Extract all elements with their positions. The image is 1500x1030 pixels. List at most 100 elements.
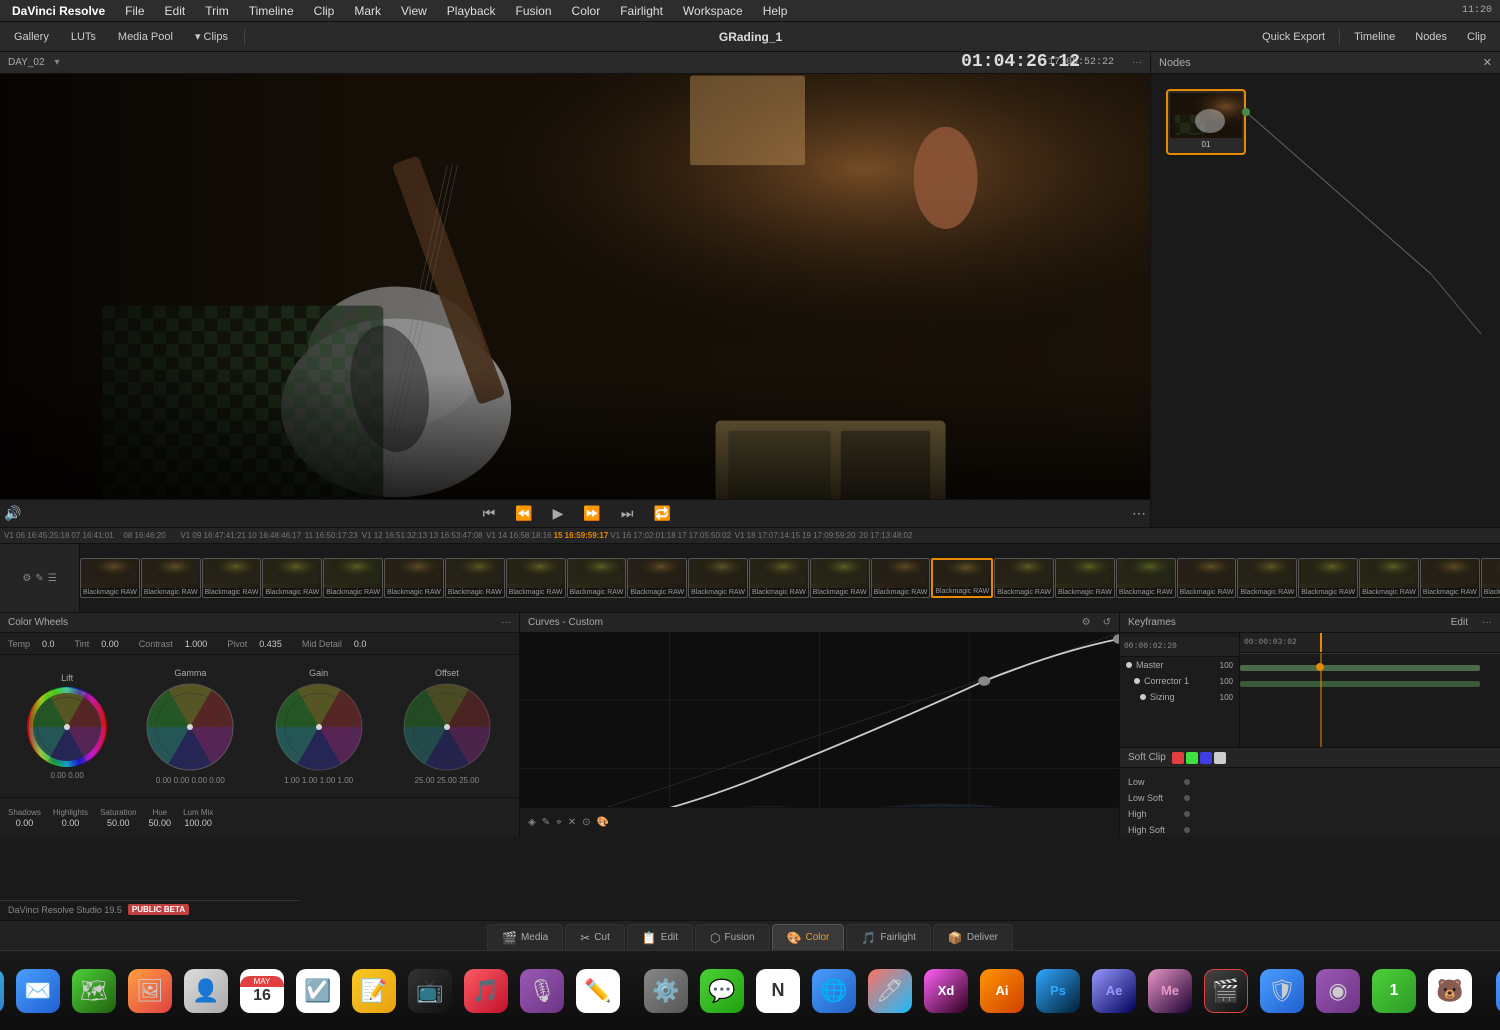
node-panel-close[interactable]: ✕ xyxy=(1483,56,1492,69)
param-shadows-val[interactable]: 0.00 xyxy=(16,818,34,828)
tl-ctrl-2[interactable]: ✎ xyxy=(35,573,43,584)
clip-14[interactable]: 14 Blackmagic RAW xyxy=(871,558,931,598)
param-contrast-val[interactable]: 1.000 xyxy=(185,639,208,649)
clip-21[interactable]: 21 Blackmagic RAW xyxy=(1298,558,1358,598)
dock-ps[interactable]: Ps xyxy=(1032,965,1084,1017)
ctrl-skip-end[interactable]: ⏭ xyxy=(617,503,638,524)
wheel-gain[interactable] xyxy=(274,682,364,772)
soft-clip-btn-red[interactable] xyxy=(1172,752,1184,764)
soft-clip-btn-white[interactable] xyxy=(1214,752,1226,764)
clip-12[interactable]: 12 Blackmagic RAW xyxy=(749,558,809,598)
sc-lowsoft-dot[interactable] xyxy=(1184,795,1190,801)
dock-calendar[interactable]: MAY 16 xyxy=(236,965,288,1017)
clip-17[interactable]: 17 Blackmagic RAW xyxy=(1055,558,1115,598)
tab-deliver[interactable]: 📦 Deliver xyxy=(933,924,1013,950)
menu-view[interactable]: View xyxy=(397,4,431,18)
clip-09[interactable]: 09 Blackmagic RAW xyxy=(567,558,627,598)
dock-figma[interactable]: 🖊 xyxy=(864,965,916,1017)
menu-trim[interactable]: Trim xyxy=(201,4,233,18)
dock-search[interactable]: 🔍 xyxy=(1492,965,1500,1017)
dock-contacts[interactable]: 👤 xyxy=(180,965,232,1017)
viewer-more[interactable]: ··· xyxy=(1132,57,1142,68)
clip-22[interactable]: 22 Blackmagic RAW xyxy=(1359,558,1419,598)
ctrl-skip-start[interactable]: ⏮ xyxy=(479,503,500,524)
kf-edit-btn[interactable]: Edit xyxy=(1451,617,1468,628)
sc-highsoft-dot[interactable] xyxy=(1184,827,1190,833)
curves-tool-1[interactable]: ◈ xyxy=(528,817,536,828)
tab-color[interactable]: 🎨 Color xyxy=(772,924,845,950)
menu-fusion[interactable]: Fusion xyxy=(512,4,556,18)
dock-maps[interactable]: 🗺 xyxy=(68,965,120,1017)
tab-edit[interactable]: 📋 Edit xyxy=(627,924,693,950)
param-saturation-val[interactable]: 50.00 xyxy=(107,818,130,828)
menu-davinci[interactable]: DaVinci Resolve xyxy=(8,4,109,18)
dock-notion[interactable]: N xyxy=(752,965,804,1017)
node-item-1[interactable]: 01 xyxy=(1166,89,1246,155)
menu-workspace[interactable]: Workspace xyxy=(679,4,747,18)
tab-fusion[interactable]: ⬡ Fusion xyxy=(695,924,770,950)
toolbar-clips[interactable]: ▾ Clips xyxy=(189,28,234,45)
ctrl-vol[interactable]: 🔊 xyxy=(0,503,25,524)
menu-help[interactable]: Help xyxy=(759,4,792,18)
clip-23[interactable]: 23 Blackmagic RAW xyxy=(1420,558,1480,598)
curves-options[interactable]: ⚙ xyxy=(1082,617,1091,628)
soft-clip-btn-blue[interactable] xyxy=(1200,752,1212,764)
menu-edit[interactable]: Edit xyxy=(161,4,190,18)
wheel-gamma[interactable] xyxy=(145,682,235,772)
curves-tool-3[interactable]: ⌖ xyxy=(556,817,562,828)
dock-ai[interactable]: Ai xyxy=(976,965,1028,1017)
clip-05[interactable]: 05 Blackmagic RAW xyxy=(323,558,383,598)
toolbar-nodes-btn[interactable]: Nodes xyxy=(1409,29,1453,45)
dock-podcasts[interactable]: 🎙 xyxy=(516,965,568,1017)
clip-10[interactable]: 10 Blackmagic RAW xyxy=(627,558,687,598)
param-temp-val[interactable]: 0.0 xyxy=(42,639,55,649)
dock-safari[interactable]: 🧭 xyxy=(0,965,8,1017)
param-middetail-val[interactable]: 0.0 xyxy=(354,639,367,649)
dock-notes[interactable]: 📝 xyxy=(348,965,400,1017)
curves-tool-2[interactable]: ✎ xyxy=(542,817,550,828)
toolbar-clip-btn[interactable]: Clip xyxy=(1461,29,1492,45)
menu-playback[interactable]: Playback xyxy=(443,4,500,18)
ctrl-prev-frame[interactable]: ⏪ xyxy=(511,503,536,524)
clip-18[interactable]: 18 Blackmagic RAW xyxy=(1116,558,1176,598)
dock-bear[interactable]: 🐻 xyxy=(1424,965,1476,1017)
dock-photos[interactable]: 🖼 xyxy=(124,965,176,1017)
clip-13[interactable]: 13 Blackmagic RAW xyxy=(810,558,870,598)
clip-03[interactable]: 03 Blackmagic RAW xyxy=(202,558,262,598)
clip-08[interactable]: 08 Blackmagic RAW xyxy=(506,558,566,598)
menu-mark[interactable]: Mark xyxy=(350,4,385,18)
dock-numbers[interactable]: 1 xyxy=(1368,965,1420,1017)
toolbar-gallery[interactable]: Gallery xyxy=(8,29,55,45)
dock-davinci[interactable]: 🎬 xyxy=(1200,965,1252,1017)
clip-01[interactable]: 01 Blackmagic RAW xyxy=(80,558,140,598)
menu-file[interactable]: File xyxy=(121,4,148,18)
param-highlights-val[interactable]: 0.00 xyxy=(62,818,80,828)
dock-browser2[interactable]: 🌐 xyxy=(808,965,860,1017)
dock-messages[interactable]: 💬 xyxy=(696,965,748,1017)
param-pivot-val[interactable]: 0.435 xyxy=(259,639,282,649)
tl-ctrl-1[interactable]: ⚙ xyxy=(22,573,31,584)
clip-02[interactable]: 02 Blackmagic RAW xyxy=(141,558,201,598)
kf-options[interactable]: ··· xyxy=(1482,617,1492,628)
wheel-offset[interactable] xyxy=(402,682,492,772)
clip-19[interactable]: 19 Blackmagic RAW xyxy=(1177,558,1237,598)
dock-tv[interactable]: 📺 xyxy=(404,965,456,1017)
keyframes-timeline[interactable]: 00:00:03:02 xyxy=(1240,633,1500,747)
dock-reminders[interactable]: ☑️ xyxy=(292,965,344,1017)
ctrl-next-frame[interactable]: ⏩ xyxy=(579,503,604,524)
dock-me[interactable]: Me xyxy=(1144,965,1196,1017)
menu-color[interactable]: Color xyxy=(568,4,605,18)
dock-mail[interactable]: ✉️ xyxy=(12,965,64,1017)
clip-20[interactable]: 20 Blackmagic RAW xyxy=(1237,558,1297,598)
tl-ctrl-3[interactable]: ☰ xyxy=(48,573,57,584)
ctrl-more[interactable]: ⋯ xyxy=(1128,503,1150,524)
toolbar-quick-export[interactable]: Quick Export xyxy=(1256,29,1331,45)
clip-06[interactable]: 06 Blackmagic RAW xyxy=(384,558,444,598)
tab-media[interactable]: 🎬 Media xyxy=(487,924,563,950)
param-tint-val[interactable]: 0.00 xyxy=(101,639,119,649)
curves-tool-4[interactable]: ✕ xyxy=(568,817,576,828)
clip-07[interactable]: 07 Blackmagic RAW xyxy=(445,558,505,598)
sc-low-dot[interactable] xyxy=(1184,779,1190,785)
tab-cut[interactable]: ✂ Cut xyxy=(565,924,625,950)
dock-freeform[interactable]: ✏️ xyxy=(572,965,624,1017)
